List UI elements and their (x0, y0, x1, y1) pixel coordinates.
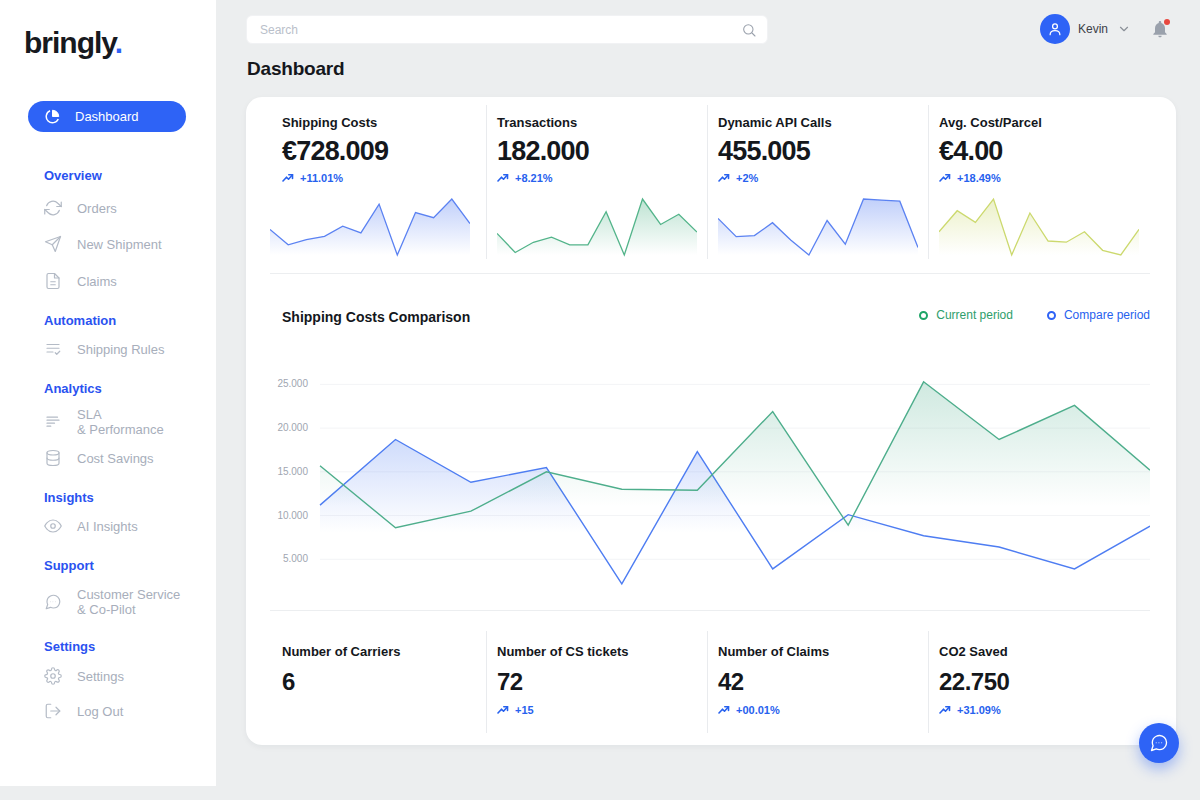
stats-row: Number of Carriers 6 Number of CS ticket… (246, 611, 1176, 745)
kpi-value: €728.009 (282, 136, 466, 167)
legend-compare-period[interactable]: Compare period (1047, 308, 1150, 322)
user-menu[interactable]: Kevin (1040, 14, 1131, 44)
sidebar-item-logout[interactable]: Log Out (0, 694, 216, 728)
kpi-label: Dynamic API Calls (718, 115, 908, 130)
logout-icon (44, 702, 62, 720)
chevron-down-icon (1117, 22, 1131, 36)
kpi-delta: +11.01% (282, 172, 466, 184)
sidebar-item-shipping-rules[interactable]: Shipping Rules (0, 332, 216, 366)
stat-claims: Number of Claims 42 +00.01% (707, 611, 928, 745)
svg-text:10.000: 10.000 (277, 510, 308, 521)
dashboard-card: Shipping Costs €728.009 +11.01% Transact… (246, 97, 1176, 745)
stat-cs-tickets: Number of CS tickets 72 +15 (486, 611, 707, 745)
trend-up-icon (497, 704, 509, 716)
svg-text:25.000: 25.000 (277, 378, 308, 389)
avatar (1040, 14, 1070, 44)
sync-icon (44, 199, 62, 217)
sidebar-item-new-shipment[interactable]: New Shipment (0, 227, 216, 261)
send-icon (44, 235, 62, 253)
trend-up-icon (497, 172, 509, 184)
sidebar-item-sla-performance[interactable]: SLA& Performance (0, 405, 216, 439)
nav-section-insights: Insights (44, 490, 94, 506)
chat-fab[interactable] (1139, 723, 1179, 763)
kpi-sparkline (497, 195, 697, 265)
sidebar-item-customer-service[interactable]: Customer Service& Co-Pilot (0, 585, 216, 619)
sidebar-item-label: Dashboard (75, 109, 139, 124)
kpi-label: Avg. Cost/Parcel (939, 115, 1156, 130)
eye-icon (44, 517, 62, 535)
user-name: Kevin (1078, 22, 1108, 36)
nav-section-automation: Automation (44, 313, 116, 329)
trend-up-icon (939, 704, 951, 716)
legend-dot (1047, 311, 1056, 320)
user-icon (1046, 20, 1064, 38)
sidebar: bringly. Dashboard Overview Orders New S… (0, 0, 216, 786)
sidebar-item-orders[interactable]: Orders (0, 191, 216, 225)
kpi-transactions: Transactions 182.000 +8.21% (486, 97, 707, 273)
trend-up-icon (718, 172, 730, 184)
sidebar-item-claims[interactable]: Claims (0, 264, 216, 298)
kpi-label: Shipping Costs (282, 115, 466, 130)
pie-chart-icon (45, 109, 60, 124)
kpi-sparkline (939, 195, 1139, 265)
comparison-title: Shipping Costs Comparison (282, 309, 470, 325)
gear-icon (44, 667, 62, 685)
kpi-sparkline (718, 195, 918, 265)
chat-bubble-icon (1149, 733, 1169, 753)
notifications-button[interactable] (1150, 19, 1172, 41)
kpi-value: €4.00 (939, 136, 1156, 167)
stat-delta: +00.01% (718, 704, 908, 716)
search-icon (741, 22, 757, 38)
sidebar-item-cost-savings[interactable]: Cost Savings (0, 441, 216, 475)
nav-section-overview: Overview (44, 168, 102, 184)
stat-delta: +31.09% (939, 704, 1156, 716)
kpi-value: 455.005 (718, 136, 908, 167)
nav-section-analytics: Analytics (44, 381, 102, 397)
sidebar-item-settings[interactable]: Settings (0, 659, 216, 693)
kpi-label: Transactions (497, 115, 687, 130)
brand-logo: bringly. (24, 26, 122, 60)
legend-current-period[interactable]: Current period (919, 308, 1013, 322)
sidebar-item-dashboard[interactable]: Dashboard (28, 101, 186, 132)
legend-dot (919, 311, 928, 320)
stat-delta: +15 (497, 704, 687, 716)
chat-icon (44, 593, 62, 611)
svg-text:15.000: 15.000 (277, 466, 308, 477)
nav-section-settings: Settings (44, 639, 95, 655)
comparison-chart: 5.000 10.000 15.000 20.000 25.000 (270, 347, 1150, 609)
document-icon (44, 272, 62, 290)
divider (270, 273, 1150, 274)
kpi-shipping-costs: Shipping Costs €728.009 +11.01% (246, 97, 486, 273)
svg-text:5.000: 5.000 (283, 553, 308, 564)
trend-up-icon (939, 172, 951, 184)
stat-co2-saved: CO2 Saved 22.750 +31.09% (928, 611, 1176, 745)
kpi-value: 182.000 (497, 136, 687, 167)
stat-carriers: Number of Carriers 6 (246, 611, 486, 745)
notification-dot (1164, 19, 1170, 25)
rules-icon (44, 340, 62, 358)
kpi-delta: +2% (718, 172, 908, 184)
kpi-row: Shipping Costs €728.009 +11.01% Transact… (246, 97, 1176, 273)
kpi-sparkline (270, 195, 470, 265)
trend-up-icon (282, 172, 294, 184)
page-title: Dashboard (247, 58, 344, 80)
search-bar (246, 15, 768, 44)
database-icon (44, 449, 62, 467)
kpi-delta: +18.49% (939, 172, 1156, 184)
svg-text:20.000: 20.000 (277, 422, 308, 433)
nav-section-support: Support (44, 558, 94, 574)
kpi-avg-cost: Avg. Cost/Parcel €4.00 +18.49% (928, 97, 1176, 273)
chart-legend: Current period Compare period (885, 308, 1150, 322)
search-input[interactable] (247, 16, 767, 43)
kpi-api-calls: Dynamic API Calls 455.005 +2% (707, 97, 928, 273)
kpi-delta: +8.21% (497, 172, 687, 184)
align-left-icon (44, 413, 62, 431)
trend-up-icon (718, 704, 730, 716)
sidebar-item-ai-insights[interactable]: AI Insights (0, 509, 216, 543)
